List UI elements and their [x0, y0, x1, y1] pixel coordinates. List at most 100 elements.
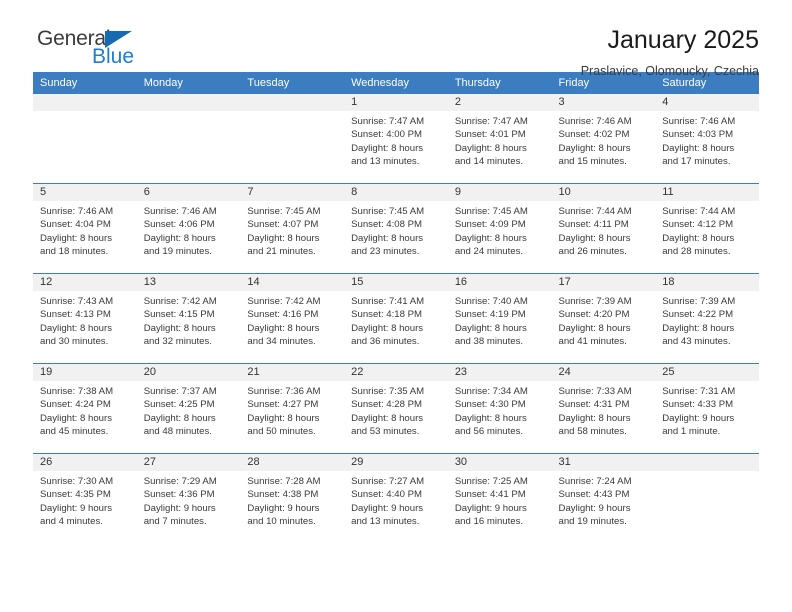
day-number: 4 — [655, 94, 759, 111]
sunset-text: Sunset: 4:43 PM — [558, 489, 630, 501]
calendar-day-cell[interactable]: 26 Sunrise: 7:30 AM Sunset: 4:35 PM Dayligh… — [33, 453, 137, 543]
sunset-text: Sunset: 4:33 PM — [662, 399, 734, 411]
calendar-day-cell[interactable]: 29 Sunrise: 7:27 AM Sunset: 4:40 PM Dayligh… — [344, 453, 448, 543]
sunset-text: Sunset: 4:28 PM — [351, 399, 423, 411]
calendar-week-row: 1 Sunrise: 7:47 AM Sunset: 4:00 PM Daylight… — [33, 94, 759, 184]
calendar-day-cell[interactable]: 23 Sunrise: 7:34 AM Sunset: 4:30 PM Dayligh… — [447, 363, 552, 454]
day-sun-info: Sunrise: 7:36 AM Sunset: 4:27 PM Daylight:… — [240, 381, 344, 438]
calendar-day-cell[interactable] — [136, 94, 241, 184]
calendar-day: 5 Sunrise: 7:46 AM Sunset: 4:04 PM Daylight… — [33, 184, 137, 273]
calendar-day-cell[interactable]: 5 Sunrise: 7:46 AM Sunset: 4:04 PM Daylight… — [33, 183, 137, 274]
day-number — [136, 94, 241, 111]
calendar-day-cell[interactable]: 3 Sunrise: 7:46 AM Sunset: 4:02 PM Daylight… — [551, 94, 656, 184]
calendar-day: 6 Sunrise: 7:46 AM Sunset: 4:06 PM Daylight… — [136, 184, 241, 273]
calendar-day-cell[interactable]: 25 Sunrise: 7:31 AM Sunset: 4:33 PM Dayligh… — [655, 363, 759, 454]
day-number: 3 — [551, 94, 656, 111]
calendar-day-cell[interactable]: 10 Sunrise: 7:44 AM Sunset: 4:11 PM Dayligh… — [551, 183, 656, 274]
calendar-day-cell[interactable]: 11 Sunrise: 7:44 AM Sunset: 4:12 PM Dayligh… — [655, 183, 759, 274]
calendar-day-cell[interactable]: 6 Sunrise: 7:46 AM Sunset: 4:06 PM Daylight… — [136, 183, 241, 274]
daylight-text-line1: Daylight: 8 hours — [454, 322, 527, 334]
sunset-text: Sunset: 4:13 PM — [40, 309, 111, 321]
calendar-day-cell[interactable]: 28 Sunrise: 7:28 AM Sunset: 4:38 PM Dayligh… — [240, 453, 345, 543]
calendar-day-cell[interactable]: 16 Sunrise: 7:40 AM Sunset: 4:19 PM Dayligh… — [447, 273, 552, 364]
day-sun-info: Sunrise: 7:27 AM Sunset: 4:40 PM Daylight:… — [344, 471, 448, 528]
calendar-day-cell[interactable]: 17 Sunrise: 7:39 AM Sunset: 4:20 PM Dayligh… — [551, 273, 656, 364]
day-number: 30 — [447, 454, 552, 471]
daylight-text-line1: Daylight: 8 hours — [351, 322, 424, 334]
day-sun-info: Sunrise: 7:40 AM Sunset: 4:19 PM Daylight:… — [448, 291, 552, 348]
sunset-text: Sunset: 4:19 PM — [454, 309, 526, 321]
daylight-text-line2: and 19 minutes. — [558, 515, 627, 527]
sunset-text: Sunset: 4:38 PM — [247, 489, 319, 501]
calendar-day-cell[interactable] — [240, 94, 345, 184]
day-sun-info: Sunrise: 7:42 AM Sunset: 4:16 PM Daylight:… — [240, 291, 344, 348]
general-blue-logo[interactable]: General Blue — [33, 26, 203, 74]
weekday-header-sunday: Sunday — [33, 72, 137, 94]
sunset-text: Sunset: 4:12 PM — [662, 219, 734, 231]
calendar-day-cell[interactable]: 30 Sunrise: 7:25 AM Sunset: 4:41 PM Dayligh… — [447, 453, 552, 543]
calendar-day-cell[interactable]: 7 Sunrise: 7:45 AM Sunset: 4:07 PM Daylight… — [240, 183, 345, 274]
sunrise-text: Sunrise: 7:45 AM — [247, 206, 321, 217]
calendar-day-empty — [33, 94, 137, 183]
calendar-day-cell[interactable]: 4 Sunrise: 7:46 AM Sunset: 4:03 PM Daylight… — [655, 94, 759, 184]
calendar-day-cell[interactable] — [655, 453, 759, 543]
day-number: 10 — [551, 184, 656, 201]
sunrise-text: Sunrise: 7:39 AM — [662, 296, 736, 307]
calendar-day-cell[interactable] — [33, 94, 137, 184]
calendar-day-cell[interactable]: 8 Sunrise: 7:45 AM Sunset: 4:08 PM Daylight… — [344, 183, 448, 274]
daylight-text-line2: and 43 minutes. — [662, 335, 731, 347]
sunset-text: Sunset: 4:03 PM — [662, 129, 734, 141]
calendar-day: 22 Sunrise: 7:35 AM Sunset: 4:28 PM Dayligh… — [344, 364, 448, 453]
day-number — [33, 94, 137, 111]
daylight-text-line1: Daylight: 8 hours — [143, 322, 216, 334]
calendar-day-cell[interactable]: 12 Sunrise: 7:43 AM Sunset: 4:13 PM Dayligh… — [33, 273, 137, 364]
page-subtitle: Praslavice, Olomoucky, Czechia — [580, 63, 759, 78]
day-number: 13 — [136, 274, 241, 291]
daylight-text-line1: Daylight: 8 hours — [351, 232, 424, 244]
daylight-text-line2: and 16 minutes. — [454, 515, 524, 527]
daylight-text-line2: and 21 minutes. — [247, 245, 316, 257]
calendar-day-empty — [240, 94, 345, 183]
title-block: January 2025 Praslavice, Olomoucky, Czec… — [581, 26, 759, 78]
calendar-day-cell[interactable]: 14 Sunrise: 7:42 AM Sunset: 4:16 PM Dayligh… — [240, 273, 345, 364]
day-sun-info: Sunrise: 7:47 AM Sunset: 4:00 PM Daylight:… — [344, 111, 448, 168]
calendar-day-cell[interactable]: 31 Sunrise: 7:24 AM Sunset: 4:43 PM Dayligh… — [551, 453, 656, 543]
calendar-day: 14 Sunrise: 7:42 AM Sunset: 4:16 PM Dayligh… — [240, 274, 345, 363]
daylight-text-line1: Daylight: 8 hours — [662, 322, 735, 334]
daylight-text-line1: Daylight: 8 hours — [40, 232, 112, 244]
calendar-day-cell[interactable]: 13 Sunrise: 7:42 AM Sunset: 4:15 PM Dayligh… — [136, 273, 241, 364]
day-number: 16 — [447, 274, 552, 291]
sunrise-text: Sunrise: 7:44 AM — [558, 206, 632, 217]
daylight-text-line1: Daylight: 8 hours — [351, 142, 424, 154]
sunset-text: Sunset: 4:40 PM — [351, 489, 423, 501]
calendar-day-cell[interactable]: 9 Sunrise: 7:45 AM Sunset: 4:09 PM Daylight… — [447, 183, 552, 274]
calendar-day-cell[interactable]: 2 Sunrise: 7:47 AM Sunset: 4:01 PM Daylight… — [447, 94, 552, 184]
daylight-text-line1: Daylight: 8 hours — [143, 232, 216, 244]
calendar-day-cell[interactable]: 20 Sunrise: 7:37 AM Sunset: 4:25 PM Dayligh… — [136, 363, 241, 454]
day-number: 14 — [240, 274, 345, 291]
day-sun-info: Sunrise: 7:38 AM Sunset: 4:24 PM Daylight:… — [33, 381, 137, 438]
calendar-day-cell[interactable]: 18 Sunrise: 7:39 AM Sunset: 4:22 PM Dayligh… — [655, 273, 759, 364]
daylight-text-line1: Daylight: 8 hours — [40, 322, 112, 334]
daylight-text-line1: Daylight: 8 hours — [351, 412, 424, 424]
calendar-day-cell[interactable]: 21 Sunrise: 7:36 AM Sunset: 4:27 PM Dayligh… — [240, 363, 345, 454]
sunset-text: Sunset: 4:24 PM — [40, 399, 111, 411]
calendar-day-cell[interactable]: 15 Sunrise: 7:41 AM Sunset: 4:18 PM Dayligh… — [344, 273, 448, 364]
calendar-page: General Blue January 2025 Praslavice, Ol… — [0, 0, 792, 612]
daylight-text-line2: and 36 minutes. — [351, 335, 420, 347]
calendar-day: 9 Sunrise: 7:45 AM Sunset: 4:09 PM Daylight… — [447, 184, 552, 273]
calendar-day-cell[interactable]: 19 Sunrise: 7:38 AM Sunset: 4:24 PM Dayligh… — [33, 363, 137, 454]
calendar-day-cell[interactable]: 24 Sunrise: 7:33 AM Sunset: 4:31 PM Dayligh… — [551, 363, 656, 454]
sunrise-text: Sunrise: 7:28 AM — [247, 476, 321, 487]
day-number: 26 — [33, 454, 137, 471]
day-sun-info: Sunrise: 7:41 AM Sunset: 4:18 PM Daylight:… — [344, 291, 448, 348]
weekday-header-thursday: Thursday — [447, 72, 552, 94]
daylight-text-line2: and 41 minutes. — [558, 335, 627, 347]
calendar-day-cell[interactable]: 1 Sunrise: 7:47 AM Sunset: 4:00 PM Daylight… — [344, 94, 448, 184]
daylight-text-line2: and 19 minutes. — [143, 245, 212, 257]
calendar-day-cell[interactable]: 22 Sunrise: 7:35 AM Sunset: 4:28 PM Dayligh… — [344, 363, 448, 454]
day-sun-info: Sunrise: 7:46 AM Sunset: 4:03 PM Daylight:… — [655, 111, 759, 168]
day-sun-info: Sunrise: 7:25 AM Sunset: 4:41 PM Daylight:… — [448, 471, 552, 528]
calendar-day-cell[interactable]: 27 Sunrise: 7:29 AM Sunset: 4:36 PM Dayligh… — [136, 453, 241, 543]
sunrise-text: Sunrise: 7:27 AM — [351, 476, 425, 487]
